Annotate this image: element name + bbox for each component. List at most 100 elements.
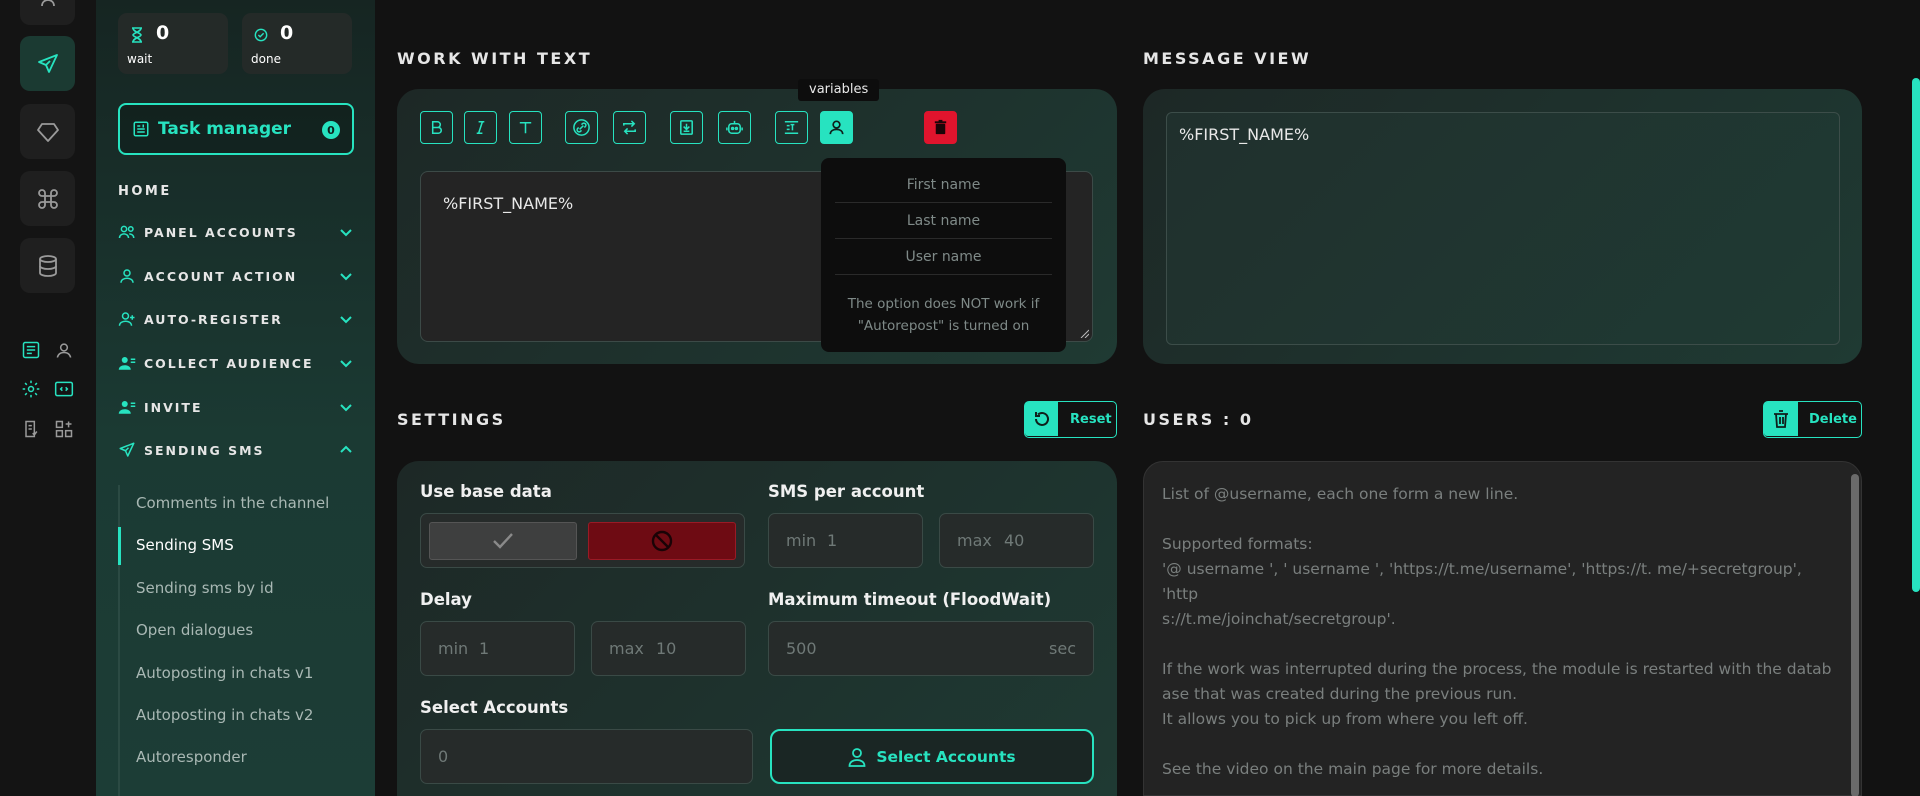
users-textarea[interactable]: List of @username, each one form a new l… bbox=[1143, 461, 1862, 796]
hourglass-icon bbox=[132, 27, 142, 43]
text-format-button[interactable] bbox=[775, 111, 808, 144]
database-icon bbox=[38, 254, 57, 277]
nav-account-action[interactable]: ACCOUNT ACTION bbox=[118, 264, 354, 288]
chevron-down-icon bbox=[340, 360, 352, 368]
message-preview: %FIRST_NAME% bbox=[1166, 112, 1840, 345]
timeout-input[interactable]: 500 sec bbox=[768, 621, 1094, 676]
select-accounts-button[interactable]: Select Accounts bbox=[770, 729, 1094, 784]
task-manager-button[interactable]: Task manager 0 bbox=[118, 103, 354, 155]
code-window-icon bbox=[54, 381, 74, 397]
sms-min-prefix: min bbox=[786, 531, 817, 550]
use-base-no-button[interactable] bbox=[588, 522, 736, 560]
sub-item-sending-sms[interactable]: Sending SMS bbox=[136, 536, 234, 554]
delete-users-button[interactable]: Delete bbox=[1763, 401, 1862, 438]
sms-max-input[interactable]: max 40 bbox=[939, 513, 1094, 568]
use-base-data-toggle bbox=[420, 513, 745, 568]
apps-icon bbox=[55, 420, 73, 438]
command-icon bbox=[37, 188, 58, 209]
nav-panel-accounts[interactable]: PANEL ACCOUNTS bbox=[118, 220, 354, 244]
timeout-label: Maximum timeout (FloodWait) bbox=[768, 590, 1052, 609]
icon-rail bbox=[0, 0, 96, 796]
bold-icon bbox=[431, 121, 442, 134]
select-accounts-label: Select Accounts bbox=[420, 698, 569, 717]
sub-item-comments[interactable]: Comments in the channel bbox=[136, 494, 329, 512]
sub-item-sending-sms-by-id[interactable]: Sending sms by id bbox=[136, 579, 274, 597]
sms-min-value: 1 bbox=[827, 531, 838, 550]
sms-min-input[interactable]: min 1 bbox=[768, 513, 923, 568]
italic-icon bbox=[476, 121, 485, 134]
link-button[interactable] bbox=[565, 111, 598, 144]
variables-button[interactable] bbox=[820, 111, 853, 144]
nav-auto-register[interactable]: AUTO-REGISTER bbox=[118, 307, 354, 331]
variable-first-name[interactable]: First name bbox=[835, 167, 1052, 203]
reset-button[interactable]: Reset bbox=[1024, 401, 1117, 438]
use-base-yes-button[interactable] bbox=[429, 522, 577, 560]
stat-done-value: 0 bbox=[280, 22, 294, 44]
nav-invite[interactable]: INVITE bbox=[118, 395, 354, 419]
robot-icon bbox=[726, 120, 743, 134]
text-button[interactable] bbox=[509, 111, 542, 144]
user-icon bbox=[120, 269, 134, 283]
stat-wait-label: wait bbox=[127, 52, 153, 66]
variables-dropdown: First name Last name User name The optio… bbox=[821, 158, 1066, 352]
sub-item-open-dialogues[interactable]: Open dialogues bbox=[136, 621, 253, 639]
rail-database-button[interactable] bbox=[20, 238, 75, 293]
sidebar: 0 wait 0 done Task manager 0 HOME PANEL … bbox=[96, 0, 375, 796]
delete-users-label: Delete bbox=[1809, 412, 1857, 427]
users-scrollbar[interactable] bbox=[1851, 474, 1859, 796]
sub-item-autoposting-v1[interactable]: Autoposting in chats v1 bbox=[136, 664, 313, 682]
message-text-value: %FIRST_NAME% bbox=[443, 194, 574, 213]
page-scrollbar[interactable] bbox=[1912, 78, 1920, 592]
rail-settings-mini[interactable] bbox=[20, 378, 42, 400]
rail-location-mini[interactable] bbox=[53, 339, 75, 361]
delay-max-value: 10 bbox=[656, 639, 677, 658]
list-check-icon bbox=[22, 341, 40, 359]
work-with-text-title: WORK WITH TEXT bbox=[397, 49, 593, 68]
sms-max-value: 40 bbox=[1004, 531, 1025, 550]
user-icon bbox=[40, 0, 55, 6]
import-button[interactable] bbox=[670, 111, 703, 144]
sms-per-account-label: SMS per account bbox=[768, 482, 925, 501]
bot-button[interactable] bbox=[718, 111, 751, 144]
send-icon bbox=[37, 53, 58, 73]
select-accounts-count: 0 bbox=[438, 747, 449, 766]
text-align-icon bbox=[784, 121, 799, 134]
rail-doc-mini[interactable] bbox=[20, 418, 42, 440]
resize-handle-icon[interactable] bbox=[1079, 328, 1089, 338]
delete-text-button[interactable] bbox=[924, 111, 957, 144]
reset-label: Reset bbox=[1070, 412, 1112, 427]
variables-note: The option does NOT work if "Autorepost"… bbox=[847, 296, 1040, 334]
rail-apps-mini[interactable] bbox=[53, 418, 75, 440]
settings-title: SETTINGS bbox=[397, 410, 506, 429]
submenu-active-indicator bbox=[118, 527, 121, 565]
user-icon bbox=[829, 120, 844, 135]
rail-user-button[interactable] bbox=[20, 0, 75, 25]
repost-icon bbox=[623, 120, 636, 135]
users-icon bbox=[118, 225, 135, 239]
variable-user-name[interactable]: User name bbox=[835, 239, 1052, 275]
user-list-icon bbox=[118, 357, 136, 370]
nav-label: INVITE bbox=[144, 399, 203, 415]
italic-button[interactable] bbox=[464, 111, 497, 144]
chevron-down-icon bbox=[340, 404, 352, 412]
rail-diamond-button[interactable] bbox=[20, 104, 75, 159]
nav-label: COLLECT AUDIENCE bbox=[144, 355, 314, 371]
nav-label: ACCOUNT ACTION bbox=[144, 268, 298, 284]
select-accounts-count-input[interactable]: 0 bbox=[420, 729, 753, 784]
stat-done: 0 done bbox=[242, 13, 352, 74]
chevron-down-icon bbox=[340, 273, 352, 281]
rail-tasks-mini[interactable] bbox=[20, 339, 42, 361]
bold-button[interactable] bbox=[420, 111, 453, 144]
nav-sending-sms[interactable]: SENDING SMS bbox=[118, 438, 354, 462]
rail-send-button[interactable] bbox=[20, 36, 75, 91]
rail-command-button[interactable] bbox=[20, 171, 75, 226]
sub-item-autoresponder[interactable]: Autoresponder bbox=[136, 748, 247, 766]
sub-item-autoposting-v2[interactable]: Autoposting in chats v2 bbox=[136, 706, 313, 724]
variable-last-name[interactable]: Last name bbox=[835, 203, 1052, 239]
home-link[interactable]: HOME bbox=[118, 184, 172, 199]
rail-code-mini[interactable] bbox=[53, 378, 75, 400]
repost-button[interactable] bbox=[613, 111, 646, 144]
delay-min-input[interactable]: min 1 bbox=[420, 621, 575, 676]
delay-max-input[interactable]: max 10 bbox=[591, 621, 746, 676]
nav-collect-audience[interactable]: COLLECT AUDIENCE bbox=[118, 351, 354, 375]
